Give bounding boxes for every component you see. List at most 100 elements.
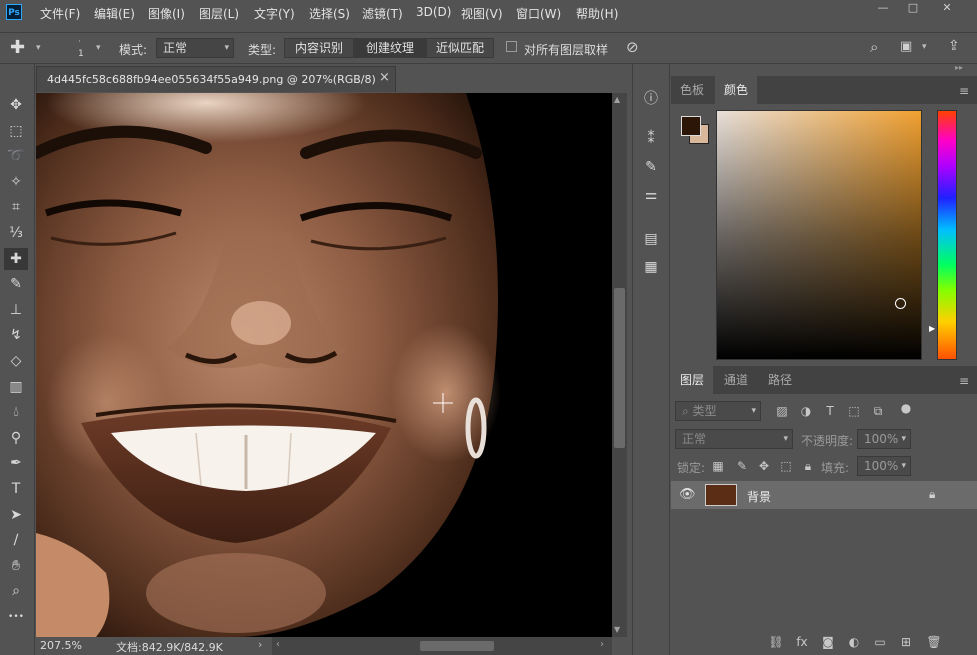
scroll-down-icon[interactable]: ▼ <box>614 625 620 634</box>
delete-layer-icon[interactable]: 🗑︎ <box>925 633 943 651</box>
tab-swatches[interactable]: 色板 <box>671 76 713 104</box>
gradient-tool-icon[interactable]: ▥ <box>4 376 28 398</box>
menu-image[interactable]: 图像(I) <box>148 5 185 22</box>
brush-tool-icon[interactable]: ✎ <box>4 273 28 295</box>
color-spectrum-field[interactable] <box>716 110 922 360</box>
eyedropper-tool-icon[interactable]: ⅓ <box>4 222 28 244</box>
menu-3d[interactable]: 3D(D) <box>416 5 451 19</box>
path-select-tool-icon[interactable]: ➤ <box>4 504 28 526</box>
filter-pixel-icon[interactable]: ▨ <box>773 402 791 420</box>
crop-tool-icon[interactable]: ⌗ <box>4 196 28 218</box>
mode-select[interactable]: 正常 ▾ <box>156 38 234 58</box>
panel-menu-icon[interactable]: ≡ <box>959 84 969 98</box>
lock-paint-icon[interactable]: ✎ <box>733 457 751 475</box>
document-canvas[interactable] <box>36 93 612 637</box>
menu-edit[interactable]: 编辑(E) <box>94 5 135 22</box>
hue-slider-marker[interactable]: ▶ <box>929 324 935 333</box>
minimize-button[interactable]: — <box>868 0 898 16</box>
filter-shape-icon[interactable]: ⬚ <box>845 402 863 420</box>
healing-brush-tool-icon[interactable]: ✚ <box>4 247 28 270</box>
filter-adjustment-icon[interactable]: ◑ <box>797 402 815 420</box>
tool-preset-caret-icon[interactable]: ▾ <box>36 43 41 53</box>
panel-menu-icon[interactable]: ≡ <box>959 374 969 388</box>
horizontal-scroll-thumb[interactable] <box>420 641 494 651</box>
horizontal-scrollbar[interactable]: ‹ › <box>272 637 612 655</box>
zoom-level[interactable]: 207.5% <box>40 639 82 652</box>
vertical-scrollbar[interactable]: ▲ ▼ <box>612 93 627 637</box>
menu-filter[interactable]: 滤镜(T) <box>362 5 403 22</box>
blend-mode-select[interactable]: 正常 ▾ <box>675 429 793 449</box>
menu-help[interactable]: 帮助(H) <box>576 5 618 22</box>
magic-wand-tool-icon[interactable]: ✧ <box>4 171 28 193</box>
layer-row[interactable]: 👁︎ 背景 🔒︎ <box>671 481 977 509</box>
tab-paths[interactable]: 路径 <box>759 366 801 394</box>
pen-tool-icon[interactable]: ✒ <box>4 452 28 474</box>
share-icon[interactable]: ⇪ <box>948 38 960 54</box>
document-tab[interactable]: 4d445fc58c688fb94ee055634f55a949.png @ 2… <box>36 66 396 92</box>
history-brush-tool-icon[interactable]: ↯ <box>4 324 28 346</box>
menu-type[interactable]: 文字(Y) <box>254 5 295 22</box>
lock-transparent-icon[interactable]: ▦ <box>709 457 727 475</box>
layer-filter-select[interactable]: ⌕ 类型 ▾ <box>675 401 761 421</box>
fill-field[interactable]: 100% ▾ <box>857 456 911 476</box>
menu-file[interactable]: 文件(F) <box>40 5 80 22</box>
hue-slider[interactable] <box>937 110 957 360</box>
chevron-down-icon[interactable]: ▾ <box>922 42 927 52</box>
foreground-color-swatch[interactable] <box>681 116 701 136</box>
eraser-tool-icon[interactable]: ◇ <box>4 350 28 372</box>
adjustments-icon[interactable]: ⚌ <box>639 184 663 206</box>
eye-icon[interactable]: 👁︎ <box>679 487 696 502</box>
scroll-left-icon[interactable]: ‹ <box>276 639 280 650</box>
color-picker-cursor[interactable] <box>895 298 906 309</box>
tab-layers[interactable]: 图层 <box>671 366 713 394</box>
lock-all-icon[interactable]: 🔒︎ <box>799 457 817 475</box>
zoom-tool-icon[interactable]: ⌕ <box>4 580 28 602</box>
vertical-scroll-thumb[interactable] <box>614 288 625 448</box>
filter-toggle-icon[interactable]: ● <box>897 399 915 417</box>
new-layer-icon[interactable]: ⊞ <box>897 633 915 651</box>
menu-window[interactable]: 窗口(W) <box>516 5 561 22</box>
layer-style-icon[interactable]: fx <box>793 633 811 651</box>
healing-brush-icon[interactable]: ✚ <box>10 37 25 58</box>
workspace-icon[interactable]: ▣ <box>900 39 912 54</box>
dodge-tool-icon[interactable]: ⚲ <box>4 427 28 449</box>
hand-tool-icon[interactable]: ✋︎ <box>4 555 28 577</box>
adjustment-layer-icon[interactable]: ◐ <box>845 633 863 651</box>
type-create-texture[interactable]: 创建纹理 <box>354 38 426 58</box>
lasso-tool-icon[interactable]: ➰ <box>4 145 28 167</box>
new-group-icon[interactable]: ▭ <box>871 633 889 651</box>
pressure-icon[interactable]: ⊘ <box>626 38 639 56</box>
menu-view[interactable]: 视图(V) <box>461 5 503 22</box>
type-tool-icon[interactable]: T <box>4 478 28 500</box>
filter-type-icon[interactable]: T <box>821 402 839 420</box>
menu-select[interactable]: 选择(S) <box>309 5 350 22</box>
status-menu-icon[interactable]: › <box>258 638 262 651</box>
lock-artboard-icon[interactable]: ⬚ <box>777 457 795 475</box>
move-tool-icon[interactable]: ✥ <box>4 94 28 116</box>
marquee-tool-icon[interactable]: ⬚ <box>4 120 28 142</box>
notes-icon[interactable]: ▦ <box>639 256 663 278</box>
menu-layer[interactable]: 图层(L) <box>199 5 239 22</box>
type-content-aware[interactable]: 内容识别 <box>284 38 354 58</box>
blur-tool-icon[interactable]: 💧︎ <box>4 401 28 423</box>
info-icon[interactable]: ⓘ <box>639 88 663 110</box>
scroll-right-icon[interactable]: › <box>600 639 604 650</box>
filter-smart-object-icon[interactable]: ⧉ <box>869 402 887 420</box>
line-tool-icon[interactable]: ∕ <box>4 529 28 551</box>
more-tools-icon[interactable]: ••• <box>4 606 28 628</box>
type-proximity-match[interactable]: 近似匹配 <box>426 38 494 58</box>
close-icon[interactable]: × <box>379 70 390 85</box>
properties-icon[interactable]: ▤ <box>639 228 663 250</box>
scroll-up-icon[interactable]: ▲ <box>614 95 620 104</box>
brush-picker[interactable]: · 1 ▾ <box>58 35 108 61</box>
sample-all-checkbox[interactable] <box>506 41 517 52</box>
add-mask-icon[interactable]: ◙ <box>819 633 837 651</box>
close-window-button[interactable]: ✕ <box>932 0 962 16</box>
maximize-button[interactable]: □ <box>898 0 928 16</box>
brushes-icon[interactable]: ✎ <box>639 156 663 178</box>
opacity-field[interactable]: 100% ▾ <box>857 429 911 449</box>
collapse-panels-icon[interactable]: ▸▸ <box>955 63 963 72</box>
tab-color[interactable]: 颜色 <box>715 76 757 104</box>
brush-settings-icon[interactable]: ⁑ <box>639 128 663 150</box>
clone-stamp-tool-icon[interactable]: ⊥ <box>4 299 28 321</box>
